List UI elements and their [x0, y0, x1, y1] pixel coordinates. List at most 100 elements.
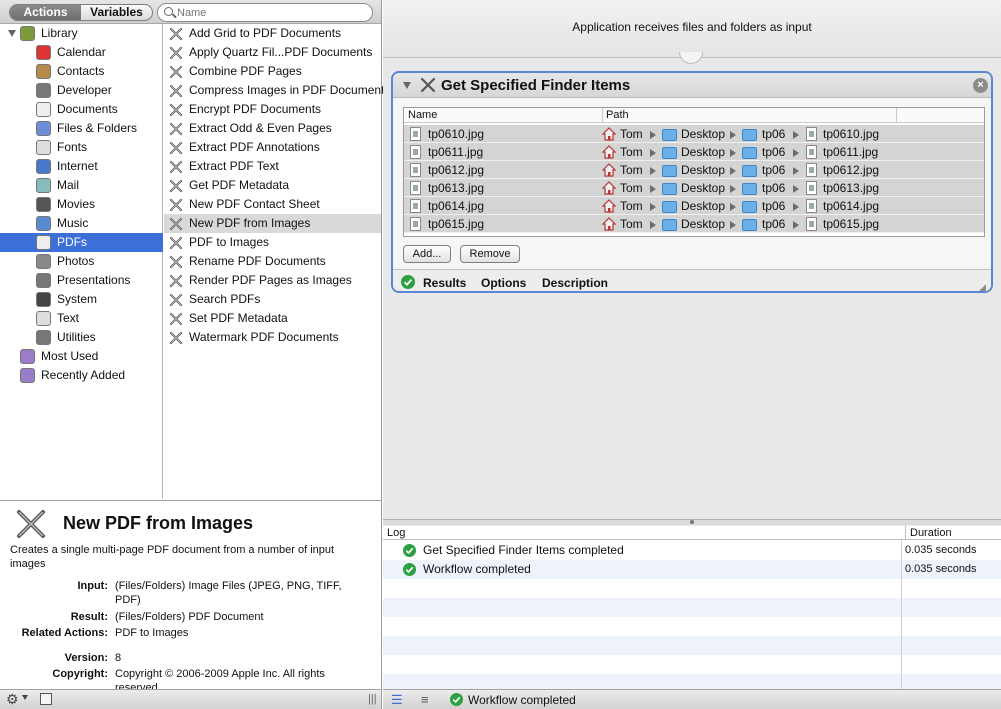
action-item-label: New PDF from Images — [189, 216, 311, 230]
resize-grip-icon[interactable]: ◢ — [979, 282, 986, 291]
action-item[interactable]: Encrypt PDF Documents — [164, 100, 381, 119]
action-item[interactable]: Extract PDF Text — [164, 157, 381, 176]
library-item[interactable]: Mail — [0, 176, 163, 195]
workflow-input-bar: Application receives files and folders a… — [383, 0, 1001, 58]
workflow-view-icon[interactable]: ≡ — [421, 692, 429, 707]
action-item-label: Extract Odd & Even Pages — [189, 121, 332, 135]
action-item[interactable]: Extract Odd & Even Pages — [164, 119, 381, 138]
actions-variables-toggle[interactable]: Actions Variables — [9, 4, 153, 21]
library-item[interactable]: Internet — [0, 157, 163, 176]
smart-folder-icon — [20, 349, 35, 364]
desktop-folder-icon — [662, 147, 677, 159]
disclosure-triangle-icon[interactable] — [403, 82, 411, 89]
action-card[interactable]: Get Specified Finder Items × Name Path t… — [391, 71, 993, 293]
add-button[interactable]: Add... — [403, 245, 451, 263]
mail-icon — [36, 178, 51, 193]
table-row[interactable]: tp0611.jpg Tom Desktop tp06 tp0611.jpg — [404, 143, 984, 161]
automator-action-icon — [170, 218, 182, 230]
library-item[interactable]: System — [0, 290, 163, 309]
resize-handle-icon[interactable]: ||| — [368, 693, 377, 705]
list-view-icon[interactable]: ☰ — [391, 692, 403, 708]
library-item[interactable]: Fonts — [0, 138, 163, 157]
log-header: Log Duration — [383, 526, 1001, 540]
action-item-label: Add Grid to PDF Documents — [189, 26, 342, 40]
library-item[interactable]: Music — [0, 214, 163, 233]
library-item[interactable]: Library — [0, 24, 163, 43]
path-segment: tp06 — [762, 127, 786, 141]
finder-items-table[interactable]: Name Path tp0610.jpg Tom Desktop tp06 tp0610… — [403, 107, 985, 237]
description-tab[interactable]: Description — [542, 276, 608, 290]
library-item[interactable]: Developer — [0, 81, 163, 100]
path-arrow-icon — [650, 131, 656, 139]
search-input[interactable] — [177, 6, 367, 19]
action-item[interactable]: Extract PDF Annotations — [164, 138, 381, 157]
toggle-description-icon[interactable] — [40, 693, 52, 705]
column-header-name[interactable]: Name — [404, 108, 602, 123]
library-item[interactable]: Movies — [0, 195, 163, 214]
automator-action-icon — [170, 142, 182, 154]
column-header-log[interactable]: Log — [387, 526, 405, 540]
action-item[interactable]: New PDF from Images — [164, 214, 381, 233]
actions-tab[interactable]: Actions — [10, 5, 81, 20]
path-segment: Tom — [620, 181, 643, 195]
path-segment: tp0615.jpg — [823, 217, 880, 231]
library-item[interactable]: Recently Added — [0, 366, 163, 385]
variables-tab[interactable]: Variables — [81, 5, 152, 20]
column-header-duration[interactable]: Duration — [905, 526, 952, 540]
action-item[interactable]: Compress Images in PDF Documents — [164, 81, 390, 100]
search-field[interactable] — [157, 3, 373, 22]
path-segment: tp0611.jpg — [823, 145, 879, 159]
action-item[interactable]: Render PDF Pages as Images — [164, 271, 381, 290]
action-item[interactable]: Apply Quartz Fil...PDF Documents — [164, 43, 381, 62]
action-item-label: Combine PDF Pages — [189, 64, 302, 78]
library-item[interactable]: Contacts — [0, 62, 163, 81]
action-item[interactable]: Combine PDF Pages — [164, 62, 381, 81]
action-item[interactable]: Watermark PDF Documents — [164, 328, 381, 347]
action-item[interactable]: Set PDF Metadata — [164, 309, 381, 328]
table-row[interactable]: tp0613.jpg Tom Desktop tp06 tp0613.jpg — [404, 179, 984, 197]
library-item-label: Fonts — [57, 140, 88, 154]
gear-icon[interactable]: ⚙ — [6, 691, 19, 708]
column-header-path[interactable]: Path — [602, 108, 896, 123]
action-item-label: New PDF Contact Sheet — [189, 197, 320, 211]
library-item[interactable]: Presentations — [0, 271, 163, 290]
table-row[interactable]: tp0612.jpg Tom Desktop tp06 tp0612.jpg — [404, 161, 984, 179]
folder-icon — [742, 183, 757, 195]
action-card-header[interactable]: Get Specified Finder Items × — [393, 73, 991, 98]
library-item[interactable]: Utilities — [0, 328, 163, 347]
chevron-down-icon[interactable] — [22, 695, 28, 700]
library-item[interactable]: Files & Folders — [0, 119, 163, 138]
library-item[interactable]: Text — [0, 309, 163, 328]
action-item[interactable]: Get PDF Metadata — [164, 176, 381, 195]
action-item[interactable]: Add Grid to PDF Documents — [164, 24, 381, 43]
results-tab[interactable]: Results — [423, 276, 466, 290]
split-divider[interactable] — [383, 519, 1001, 525]
related-label: Related Actions: — [21, 627, 108, 639]
action-item[interactable]: Search PDFs — [164, 290, 381, 309]
library-item[interactable]: Documents — [0, 100, 163, 119]
library-item[interactable]: Most Used — [0, 347, 163, 366]
action-item[interactable]: PDF to Images — [164, 233, 381, 252]
action-description: New PDF from Images Creates a single mul… — [0, 500, 381, 689]
log-row[interactable]: Get Specified Finder Items completed 0.03… — [383, 541, 1001, 560]
log-row[interactable]: Workflow completed 0.035 seconds — [383, 560, 1001, 579]
remove-button[interactable]: Remove — [460, 245, 520, 263]
disclosure-triangle-icon[interactable] — [8, 30, 16, 37]
path-segment: tp06 — [762, 163, 786, 177]
library-item[interactable]: Calendar — [0, 43, 163, 62]
action-item[interactable]: New PDF Contact Sheet — [164, 195, 381, 214]
options-tab[interactable]: Options — [481, 276, 526, 290]
path-segment: tp06 — [762, 217, 786, 231]
log-empty-row — [383, 636, 1001, 655]
table-row[interactable]: tp0610.jpg Tom Desktop tp06 tp0610.jpg — [404, 125, 984, 143]
close-icon[interactable]: × — [973, 78, 988, 93]
jpeg-file-icon — [806, 217, 817, 231]
library-item[interactable]: PDFs — [0, 233, 163, 252]
path-arrow-icon — [793, 167, 799, 175]
table-row[interactable]: tp0614.jpg Tom Desktop tp06 tp0614.jpg — [404, 197, 984, 215]
jpeg-file-icon — [410, 127, 421, 141]
action-item[interactable]: Rename PDF Documents — [164, 252, 381, 271]
library-item[interactable]: Photos — [0, 252, 163, 271]
table-row[interactable]: tp0615.jpg Tom Desktop tp06 tp0615.jpg — [404, 215, 984, 233]
library-item-label: Most Used — [41, 349, 99, 363]
